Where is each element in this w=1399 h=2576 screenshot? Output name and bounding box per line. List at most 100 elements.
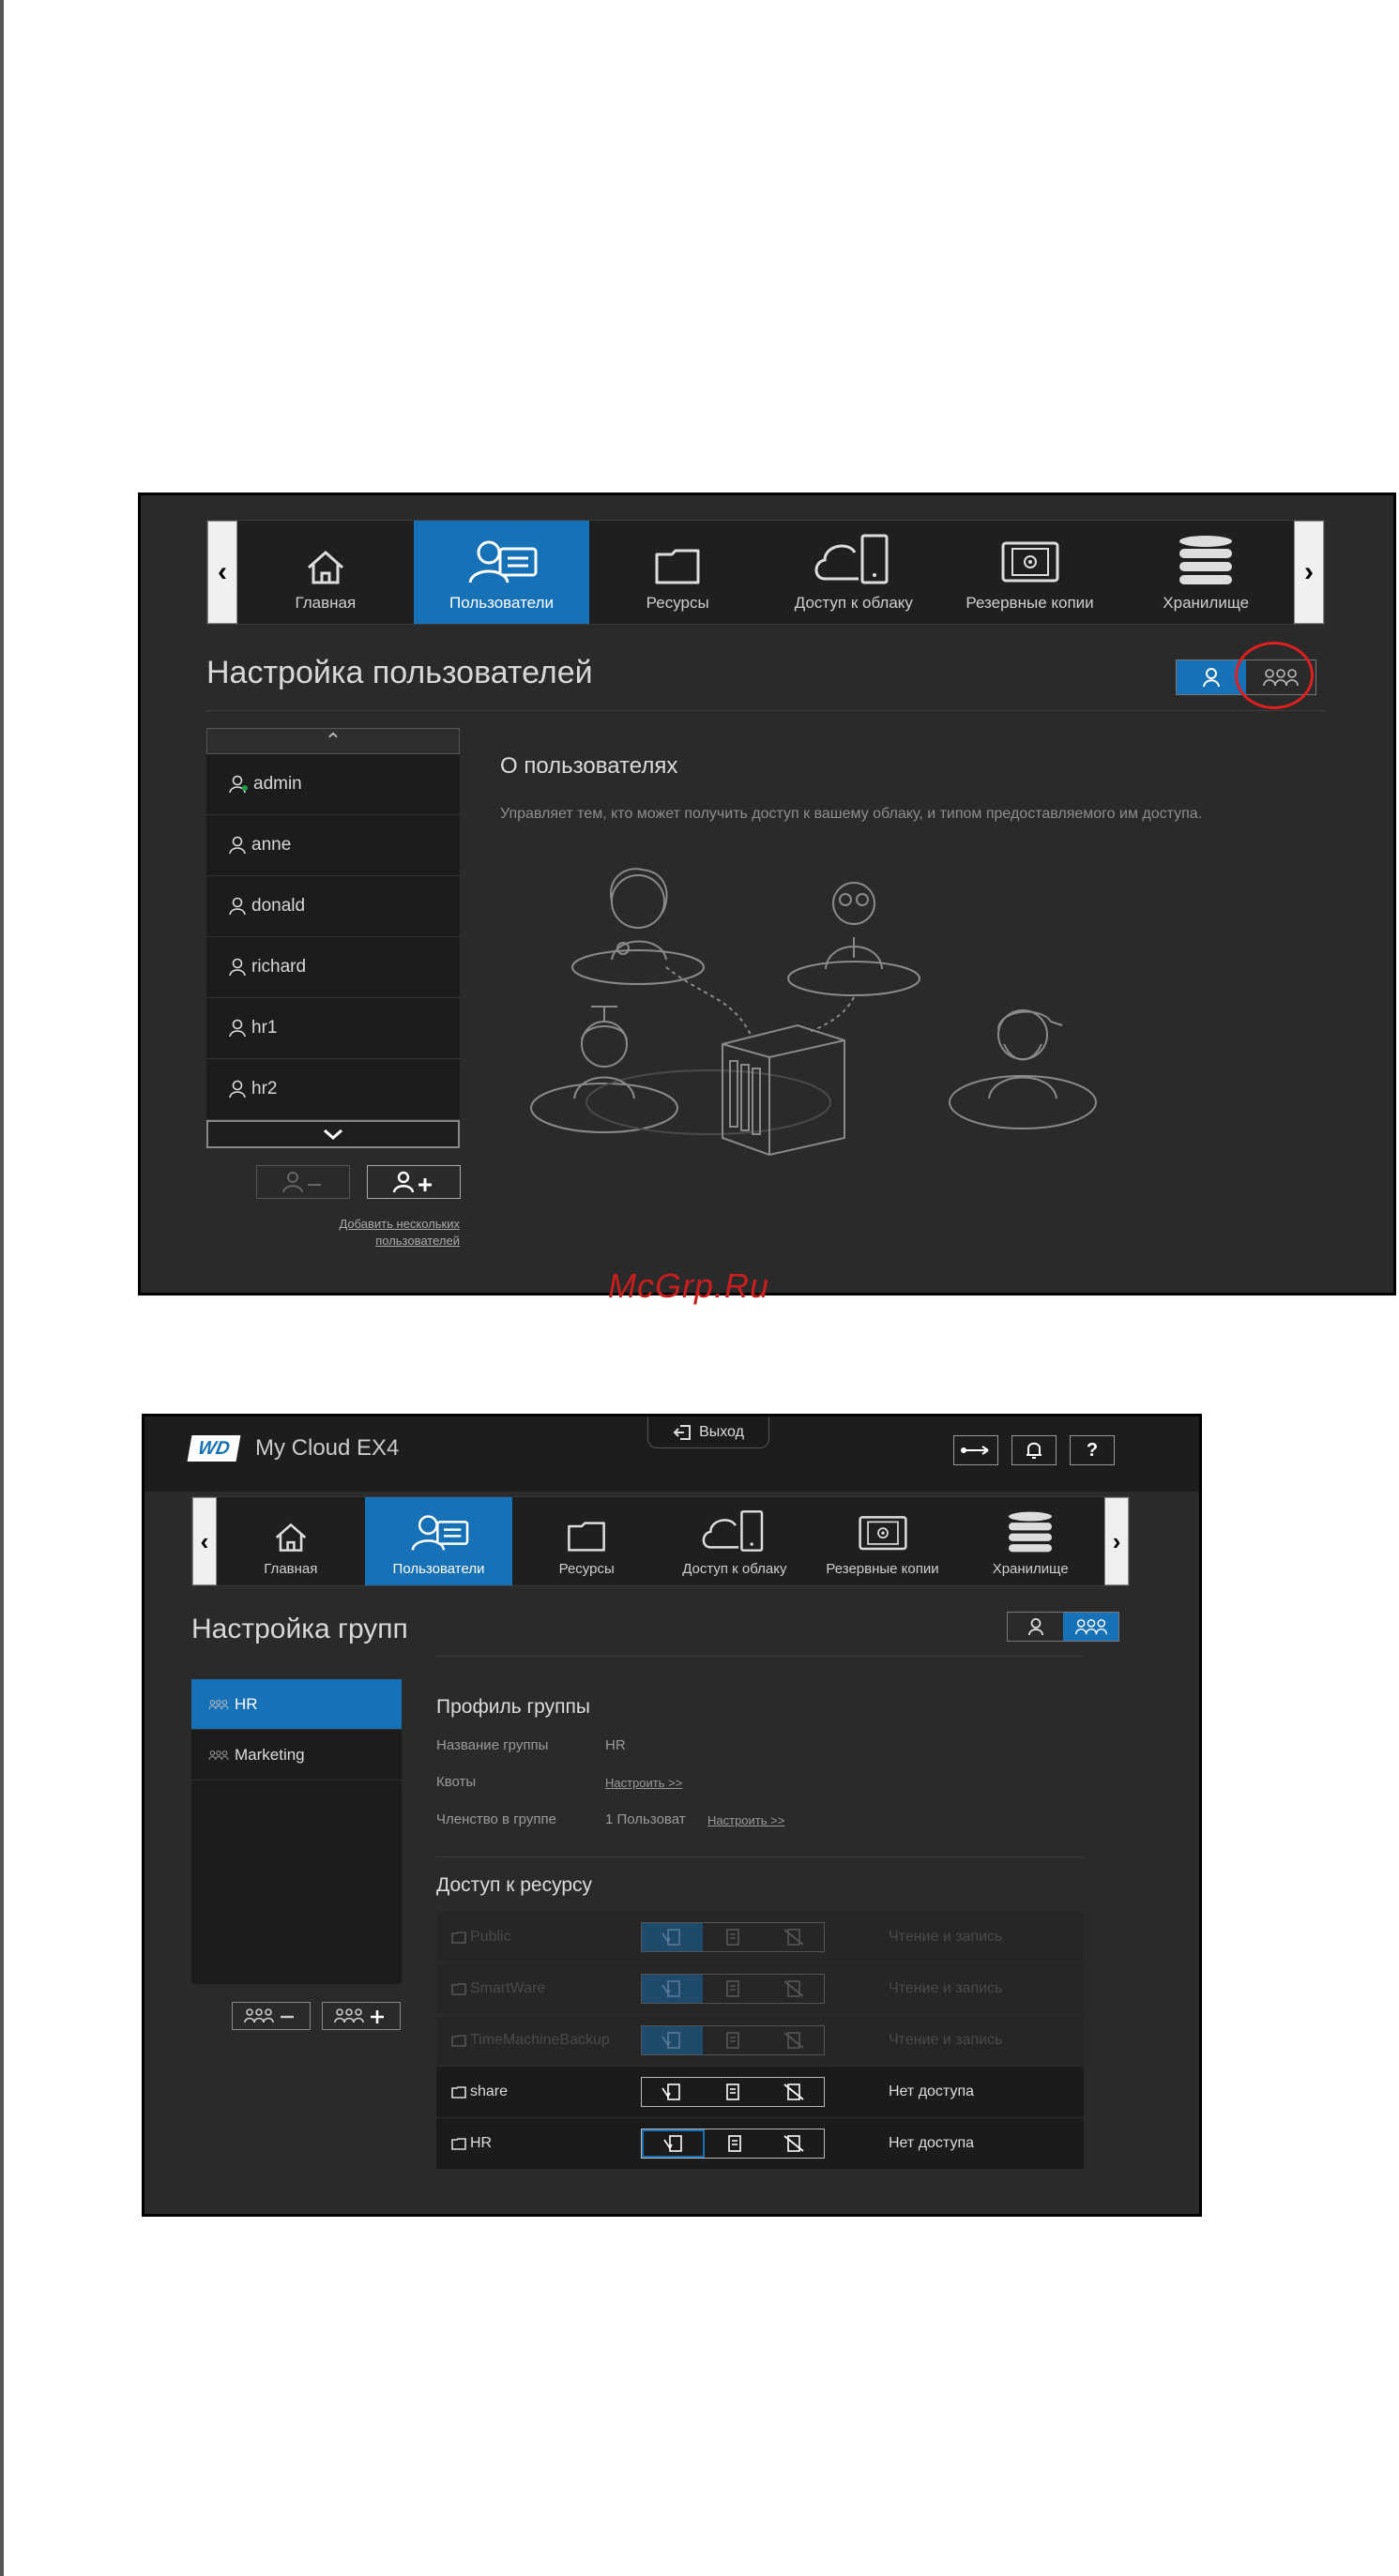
groups-view-button[interactable]	[1063, 1613, 1118, 1641]
read-write-button[interactable]	[642, 1923, 703, 1951]
quotas-configure-link[interactable]: Настроить >>	[605, 1776, 682, 1790]
list-item[interactable]: richard	[206, 937, 460, 998]
user-icon	[229, 836, 246, 855]
list-item[interactable]: anne	[206, 815, 460, 876]
nav-next-button[interactable]: ›	[1294, 521, 1325, 624]
nav-item-label: Ресурсы	[558, 1561, 615, 1577]
remove-group-button[interactable]	[232, 2002, 311, 2030]
users-settings-screenshot: ‹ Главная Пользователи Ресурсы Доступ к …	[138, 492, 1396, 1296]
nav-item-home[interactable]: Главная	[237, 521, 414, 624]
nav-item-label: Доступ к облаку	[794, 594, 913, 612]
table-row: HR Нет доступа	[436, 2118, 1084, 2170]
help-button[interactable]: ?	[1070, 1435, 1115, 1465]
nav-item-shares[interactable]: Ресурсы	[589, 521, 766, 624]
read-write-icon	[661, 2032, 681, 2049]
deny-access-button[interactable]	[765, 2129, 824, 2158]
deny-access-button[interactable]	[763, 1923, 824, 1951]
nav-item-label: Хранилище	[992, 1561, 1069, 1577]
nav-item-label: Хранилище	[1163, 594, 1250, 612]
user-name: hr1	[251, 1018, 278, 1038]
user-icon	[1027, 1617, 1043, 1636]
add-multiple-link-line2: пользователей	[375, 1234, 460, 1248]
read-write-button[interactable]	[642, 1975, 703, 2003]
logout-button[interactable]: Выход	[647, 1417, 769, 1448]
usb-icon	[961, 1446, 989, 1455]
membership-label: Членство в группе	[436, 1811, 556, 1827]
safe-icon	[858, 1516, 907, 1551]
read-write-button[interactable]	[642, 2026, 703, 2054]
list-item[interactable]: Marketing	[191, 1730, 402, 1780]
list-item[interactable]: hr2	[206, 1059, 460, 1120]
table-row: TimeMachineBackup Чтение и запись	[436, 2015, 1084, 2067]
add-user-icon	[392, 1171, 432, 1193]
nav-item-backups[interactable]: Резервные копии	[809, 1497, 957, 1585]
permission-selector	[641, 2129, 825, 2159]
access-section-title: Доступ к ресурсу	[436, 1874, 593, 1896]
nav-item-storage[interactable]: Хранилище	[956, 1497, 1104, 1585]
nav-item-home[interactable]: Главная	[217, 1497, 365, 1585]
list-item[interactable]: HR	[191, 1679, 402, 1730]
remove-user-button[interactable]	[256, 1165, 350, 1199]
list-item[interactable]: admin	[206, 754, 460, 815]
read-only-button[interactable]	[703, 1923, 764, 1951]
page-title: Настройка групп	[191, 1614, 408, 1644]
safe-icon	[1001, 541, 1059, 583]
deny-access-button[interactable]	[763, 2078, 824, 2106]
nav-item-cloud-access[interactable]: Доступ к облаку	[661, 1497, 809, 1585]
read-only-icon	[728, 2135, 741, 2152]
groups-settings-screenshot: WD My Cloud EX4 Выход ? ‹ Главная Пользо…	[142, 1414, 1202, 2217]
share-status: Нет доступа	[889, 2135, 974, 2151]
nav-prev-button[interactable]: ‹	[207, 521, 237, 624]
notifications-button[interactable]	[1011, 1435, 1057, 1465]
read-only-button[interactable]	[705, 2129, 764, 2158]
list-item[interactable]: hr1	[206, 998, 460, 1059]
group-icon	[1074, 1619, 1107, 1635]
user-list-scroll-down[interactable]	[206, 1120, 460, 1148]
add-multiple-users-link[interactable]: Добавить нескольких пользователей	[291, 1216, 460, 1250]
membership-configure-link[interactable]: Настроить >>	[707, 1813, 784, 1827]
add-group-icon	[334, 2008, 384, 2023]
nav-item-label: Резервные копии	[826, 1561, 939, 1577]
about-title: О пользователях	[500, 753, 678, 779]
deny-access-icon	[783, 2032, 804, 2049]
nav-item-label: Резервные копии	[966, 594, 1094, 612]
permission-selector	[641, 2077, 825, 2107]
read-write-button[interactable]	[642, 2078, 703, 2106]
read-only-button[interactable]	[703, 1975, 764, 2003]
user-list-scroll-up[interactable]: ⌃	[206, 728, 460, 754]
main-nav: ‹ Главная Пользователи Ресурсы Доступ к …	[206, 520, 1325, 625]
nav-item-label: Пользователи	[392, 1561, 485, 1577]
usb-button[interactable]	[953, 1435, 998, 1465]
read-write-button[interactable]	[642, 2129, 706, 2158]
add-user-button[interactable]	[367, 1165, 461, 1199]
nav-item-label: Доступ к облаку	[682, 1561, 787, 1577]
section-divider	[436, 1856, 1084, 1857]
nav-item-storage[interactable]: Хранилище	[1118, 521, 1294, 624]
nav-next-button[interactable]: ›	[1104, 1497, 1130, 1585]
read-write-icon	[661, 1929, 681, 1946]
permission-selector	[641, 1974, 825, 2004]
nav-prev-button[interactable]: ‹	[192, 1497, 217, 1585]
list-item[interactable]: donald	[206, 876, 460, 937]
user-list: ⌃ admin anne donald richard hr1 hr2	[206, 728, 460, 1148]
chevron-down-icon	[324, 1129, 342, 1141]
about-description: Управляет тем, кто может получить доступ…	[500, 806, 1203, 822]
share-status: Чтение и запись	[889, 1929, 1003, 1945]
nav-item-shares[interactable]: Ресурсы	[512, 1497, 661, 1585]
add-group-button[interactable]	[322, 2002, 401, 2030]
nav-item-users[interactable]: Пользователи	[413, 521, 590, 624]
read-only-button[interactable]	[703, 2026, 764, 2054]
permission-selector	[641, 1922, 825, 1952]
users-view-button[interactable]	[1008, 1613, 1063, 1641]
table-row: share Нет доступа	[436, 2067, 1084, 2118]
nav-item-backups[interactable]: Резервные копии	[942, 521, 1118, 624]
user-name: anne	[251, 835, 292, 855]
deny-access-button[interactable]	[763, 1975, 824, 2003]
user-action-buttons	[256, 1165, 461, 1199]
share-name: HR	[470, 2135, 493, 2151]
nav-item-label: Пользователи	[449, 594, 554, 612]
deny-access-button[interactable]	[763, 2026, 824, 2054]
read-only-button[interactable]	[703, 2078, 764, 2106]
nav-item-users[interactable]: Пользователи	[364, 1497, 513, 1585]
nav-item-cloud-access[interactable]: Доступ к облаку	[766, 521, 942, 624]
